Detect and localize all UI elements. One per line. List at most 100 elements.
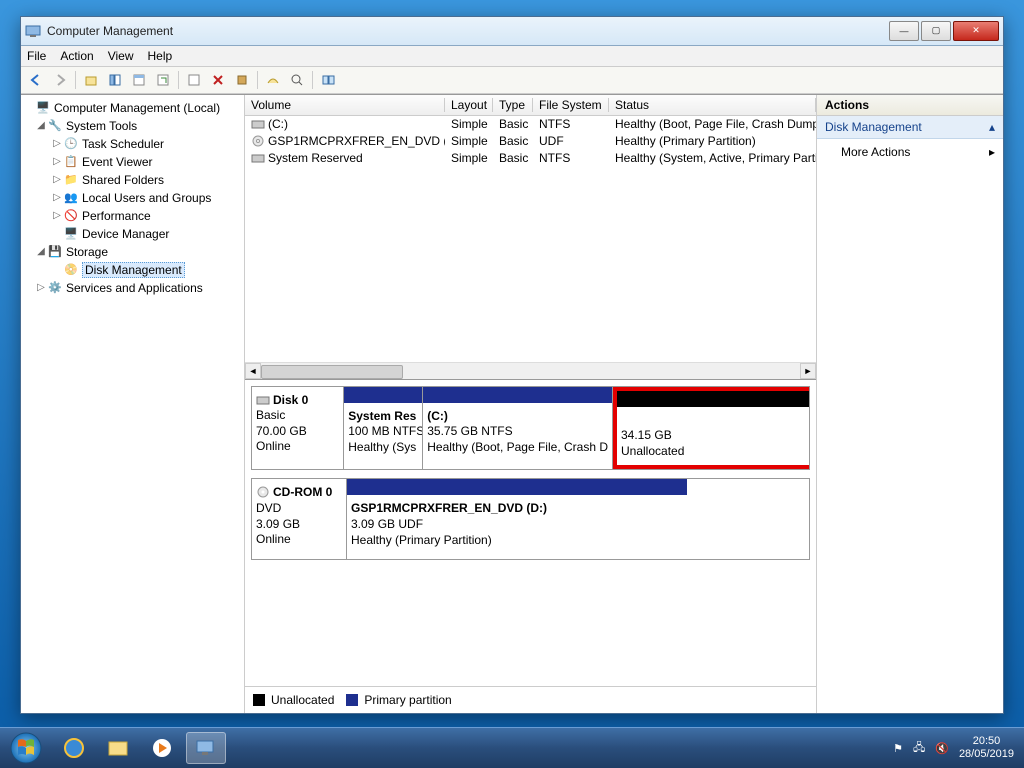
chevron-right-icon: ▸ <box>989 145 995 159</box>
taskbar-media[interactable] <box>142 732 182 764</box>
hdd-icon <box>251 117 265 131</box>
volume-row[interactable]: System Reserved SimpleBasicNTFSHealthy (… <box>245 150 816 167</box>
back-button[interactable] <box>25 69 47 91</box>
tree-disk-management[interactable]: 📀Disk Management <box>23 261 242 279</box>
scroll-thumb[interactable] <box>261 365 403 379</box>
cd-icon <box>251 134 265 148</box>
computer-icon: 🖥️ <box>35 100 51 116</box>
disk-graphic-area[interactable]: Disk 0 Basic70.00 GBOnline System Res100… <box>245 380 816 686</box>
tools-icon: 🔧 <box>47 118 63 134</box>
network-icon[interactable]: 🖧 <box>913 739 925 758</box>
volume-row[interactable]: GSP1RMCPRXFRER_EN_DVD (D:) SimpleBasicUD… <box>245 133 816 150</box>
tree-shared-folders[interactable]: ▷📁Shared Folders <box>23 171 242 189</box>
clock-icon: 🕒 <box>63 136 79 152</box>
disk-icon: 📀 <box>63 262 79 278</box>
col-filesystem[interactable]: File System <box>533 98 609 112</box>
toolbar <box>21 67 1003 94</box>
titlebar[interactable]: Computer Management — ▢ ✕ <box>21 17 1003 46</box>
tree-pane[interactable]: 🖥️Computer Management (Local) ◢🔧System T… <box>21 95 245 713</box>
cdrom-0-info[interactable]: CD-ROM 0 DVD3.09 GBOnline <box>251 478 347 560</box>
actions-header: Actions <box>817 95 1003 116</box>
partition-unallocated[interactable]: 34.15 GBUnallocated <box>613 387 809 470</box>
more-actions[interactable]: More Actions▸ <box>817 139 1003 165</box>
folder-shared-icon: 📁 <box>63 172 79 188</box>
tray-clock[interactable]: 20:5028/05/2019 <box>959 735 1014 761</box>
menu-action[interactable]: Action <box>60 49 93 63</box>
partition-bar <box>617 391 809 407</box>
system-tray[interactable]: ⚑ 🖧 🔇 20:5028/05/2019 <box>893 735 1024 761</box>
menubar: File Action View Help <box>21 46 1003 67</box>
delete-button[interactable] <box>207 69 229 91</box>
toolbar-btn-2[interactable] <box>231 69 253 91</box>
disk-0-row[interactable]: Disk 0 Basic70.00 GBOnline System Res100… <box>251 386 810 471</box>
menu-view[interactable]: View <box>108 49 134 63</box>
performance-icon: 🚫 <box>63 208 79 224</box>
legend-unallocated: Unallocated <box>271 693 334 707</box>
menu-file[interactable]: File <box>27 49 46 63</box>
window-title: Computer Management <box>47 24 889 38</box>
collapse-icon: ▴ <box>989 120 995 134</box>
close-button[interactable]: ✕ <box>953 21 999 41</box>
toolbar-btn-4[interactable] <box>286 69 308 91</box>
partition-c[interactable]: (C:)35.75 GB NTFSHealthy (Boot, Page Fil… <box>423 387 613 470</box>
toolbar-btn-3[interactable] <box>262 69 284 91</box>
device-icon: 🖥️ <box>63 226 79 242</box>
tree-performance[interactable]: ▷🚫Performance <box>23 207 242 225</box>
actions-pane: Actions Disk Management▴ More Actions▸ <box>817 95 1003 713</box>
tree-event-viewer[interactable]: ▷📋Event Viewer <box>23 153 242 171</box>
hdd-icon <box>251 151 265 165</box>
col-status[interactable]: Status <box>609 98 816 112</box>
col-type[interactable]: Type <box>493 98 533 112</box>
volume-icon[interactable]: 🔇 <box>935 742 949 755</box>
legend: Unallocated Primary partition <box>245 686 816 713</box>
tree-storage[interactable]: ◢💾Storage <box>23 243 242 261</box>
properties-button[interactable] <box>128 69 150 91</box>
tree-root[interactable]: 🖥️Computer Management (Local) <box>23 99 242 117</box>
tree-task-scheduler[interactable]: ▷🕒Task Scheduler <box>23 135 242 153</box>
menu-help[interactable]: Help <box>148 49 173 63</box>
col-volume[interactable]: Volume <box>245 98 445 112</box>
up-button[interactable] <box>80 69 102 91</box>
tree-device-manager[interactable]: 🖥️Device Manager <box>23 225 242 243</box>
hdd-icon <box>256 393 270 407</box>
tree-local-users[interactable]: ▷👥Local Users and Groups <box>23 189 242 207</box>
horizontal-scrollbar[interactable]: ◄ ► <box>245 362 816 379</box>
taskbar-explorer[interactable] <box>98 732 138 764</box>
swatch-primary <box>346 694 358 706</box>
taskbar-computer-management[interactable] <box>186 732 226 764</box>
users-icon: 👥 <box>63 190 79 206</box>
show-hide-button[interactable] <box>104 69 126 91</box>
tree-system-tools[interactable]: ◢🔧System Tools <box>23 117 242 135</box>
taskbar-ie[interactable] <box>54 732 94 764</box>
start-button[interactable] <box>0 728 52 768</box>
flag-icon[interactable]: ⚑ <box>893 742 903 755</box>
partition-dvd[interactable]: GSP1RMCPRXFRER_EN_DVD (D:)3.09 GB UDFHea… <box>347 479 687 559</box>
volume-list[interactable]: Volume Layout Type File System Status (C… <box>245 95 816 380</box>
scroll-right-button[interactable]: ► <box>800 363 816 379</box>
partition-bar <box>423 387 612 403</box>
actions-section[interactable]: Disk Management▴ <box>817 116 1003 139</box>
legend-primary: Primary partition <box>364 693 451 707</box>
disk-0-info[interactable]: Disk 0 Basic70.00 GBOnline <box>251 386 344 471</box>
tree-services[interactable]: ▷⚙️Services and Applications <box>23 279 242 297</box>
cd-icon <box>256 485 270 499</box>
taskbar[interactable]: ⚑ 🖧 🔇 20:5028/05/2019 <box>0 727 1024 768</box>
services-icon: ⚙️ <box>47 280 63 296</box>
swatch-unallocated <box>253 694 265 706</box>
cdrom-0-row[interactable]: CD-ROM 0 DVD3.09 GBOnline GSP1RMCPRXFRER… <box>251 478 810 560</box>
maximize-button[interactable]: ▢ <box>921 21 951 41</box>
partition-system-reserved[interactable]: System Res100 MB NTFSHealthy (Sys <box>344 387 423 470</box>
toolbar-btn-5[interactable] <box>317 69 339 91</box>
partition-bar <box>347 479 687 495</box>
refresh-button[interactable] <box>152 69 174 91</box>
main-pane: Volume Layout Type File System Status (C… <box>245 95 817 713</box>
col-layout[interactable]: Layout <box>445 98 493 112</box>
scroll-left-button[interactable]: ◄ <box>245 363 261 379</box>
storage-icon: 💾 <box>47 244 63 260</box>
toolbar-btn-1[interactable] <box>183 69 205 91</box>
computer-management-window: Computer Management — ▢ ✕ File Action Vi… <box>20 16 1004 714</box>
volume-row[interactable]: (C:) SimpleBasicNTFSHealthy (Boot, Page … <box>245 116 816 133</box>
minimize-button[interactable]: — <box>889 21 919 41</box>
forward-button[interactable] <box>49 69 71 91</box>
volume-header[interactable]: Volume Layout Type File System Status <box>245 95 816 116</box>
